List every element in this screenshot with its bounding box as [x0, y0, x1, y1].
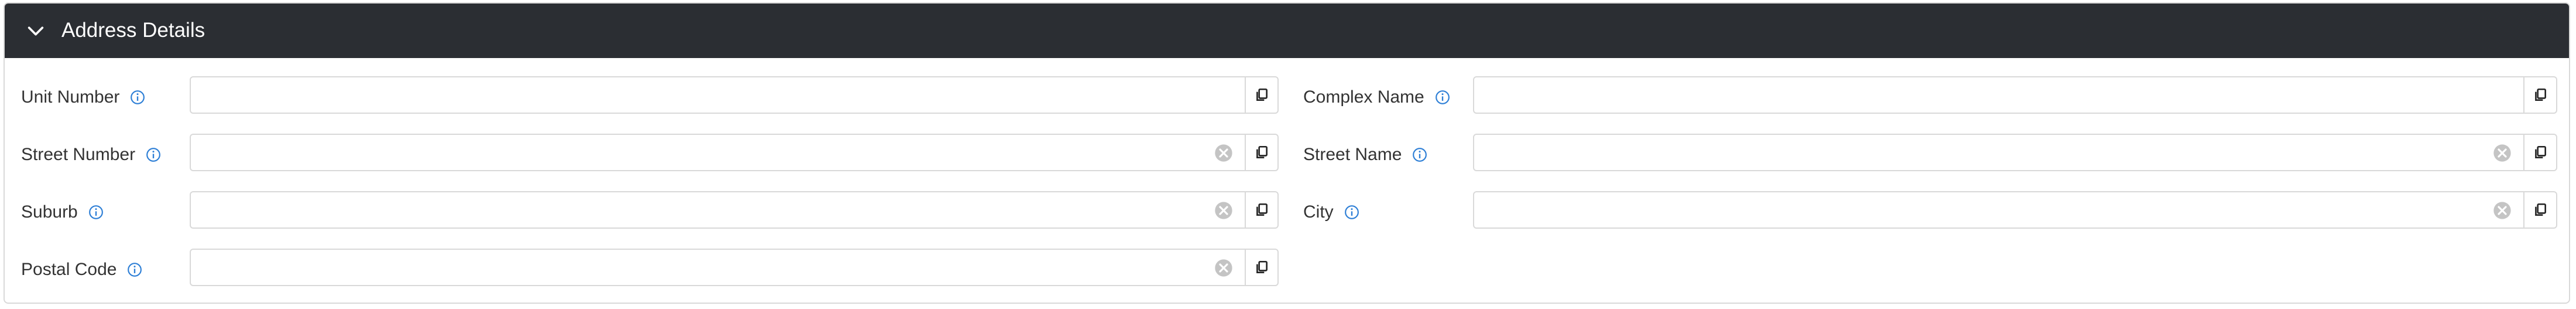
unit-number-label: Unit Number	[21, 87, 145, 108]
clear-icon[interactable]	[2493, 144, 2512, 162]
clear-icon[interactable]	[1214, 144, 1233, 162]
suburb-label: Suburb	[21, 202, 104, 223]
unit-number-input[interactable]	[191, 77, 1214, 113]
unit-number-label-text: Unit Number	[21, 87, 120, 107]
info-icon[interactable]	[1412, 147, 1427, 162]
copy-icon	[1256, 88, 1268, 101]
panel-header[interactable]: Address Details	[5, 4, 2569, 58]
suburb-input[interactable]	[191, 192, 1214, 227]
address-details-panel: Address Details Unit Number Complex Name	[4, 2, 2570, 304]
info-icon[interactable]	[130, 90, 145, 105]
street-number-label: Street Number	[21, 144, 161, 165]
street-name-label: Street Name	[1303, 144, 1427, 165]
street-number-label-text: Street Number	[21, 145, 136, 164]
postal-code-label: Postal Code	[21, 259, 142, 280]
city-input[interactable]	[1474, 192, 2493, 227]
clear-icon[interactable]	[1214, 259, 1233, 277]
copy-button[interactable]	[2523, 77, 2556, 113]
chevron-down-icon[interactable]	[26, 21, 46, 41]
city-label-text: City	[1303, 202, 1334, 222]
copy-icon	[2535, 145, 2546, 158]
copy-button[interactable]	[2523, 135, 2556, 170]
complex-name-label: Complex Name	[1303, 87, 1450, 108]
info-icon[interactable]	[127, 262, 142, 277]
postal-code-label-text: Postal Code	[21, 260, 117, 279]
copy-button[interactable]	[2523, 192, 2556, 227]
info-icon[interactable]	[1435, 90, 1450, 105]
panel-title: Address Details	[61, 19, 205, 42]
copy-button[interactable]	[1245, 77, 1277, 113]
copy-button[interactable]	[1245, 135, 1277, 170]
complex-name-field[interactable]	[1473, 76, 2557, 114]
street-name-field[interactable]	[1473, 134, 2557, 171]
clear-icon[interactable]	[2493, 201, 2512, 220]
info-icon[interactable]	[1344, 205, 1359, 220]
postal-code-field[interactable]	[190, 249, 1279, 286]
street-name-label-text: Street Name	[1303, 145, 1402, 164]
complex-name-label-text: Complex Name	[1303, 87, 1424, 107]
street-number-input[interactable]	[191, 135, 1214, 170]
suburb-label-text: Suburb	[21, 202, 78, 222]
postal-code-input[interactable]	[191, 250, 1214, 285]
copy-icon	[2535, 88, 2546, 101]
clear-icon[interactable]	[1214, 201, 1233, 220]
street-number-field[interactable]	[190, 134, 1279, 171]
copy-icon	[2535, 203, 2546, 216]
copy-icon	[1256, 203, 1268, 216]
copy-button[interactable]	[1245, 250, 1277, 285]
street-name-input[interactable]	[1474, 135, 2493, 170]
copy-icon	[1256, 260, 1268, 273]
city-label: City	[1303, 202, 1359, 223]
copy-button[interactable]	[1245, 192, 1277, 227]
info-icon[interactable]	[88, 205, 104, 220]
suburb-field[interactable]	[190, 191, 1279, 229]
info-icon[interactable]	[146, 147, 161, 162]
unit-number-field[interactable]	[190, 76, 1279, 114]
copy-icon	[1256, 145, 1268, 158]
city-field[interactable]	[1473, 191, 2557, 229]
complex-name-input[interactable]	[1474, 77, 2493, 113]
